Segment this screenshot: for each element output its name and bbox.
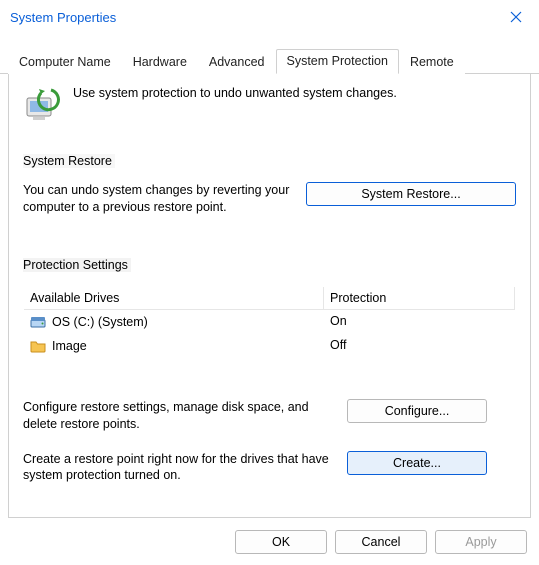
window-title: System Properties [10, 10, 116, 25]
drive-name: Image [52, 339, 87, 353]
drive-row[interactable]: OS (C:) (System) On [24, 310, 515, 334]
drive-row[interactable]: Image Off [24, 334, 515, 358]
tab-advanced[interactable]: Advanced [198, 50, 276, 74]
create-button[interactable]: Create... [347, 451, 487, 475]
system-restore-heading: System Restore [23, 154, 115, 168]
column-available-drives[interactable]: Available Drives [24, 287, 324, 309]
drives-header: Available Drives Protection [24, 287, 515, 310]
configure-description: Configure restore settings, manage disk … [23, 399, 333, 433]
dialog-footer: OK Cancel Apply [0, 522, 539, 554]
close-icon [510, 11, 522, 23]
tab-system-protection[interactable]: System Protection [276, 49, 399, 74]
ok-button[interactable]: OK [235, 530, 327, 554]
panel-header-text: Use system protection to undo unwanted s… [73, 84, 397, 100]
system-protection-panel: Use system protection to undo unwanted s… [8, 74, 531, 518]
folder-icon [30, 338, 46, 354]
system-restore-description: You can undo system changes by reverting… [23, 182, 292, 216]
tab-strip: Computer Name Hardware Advanced System P… [0, 34, 539, 74]
title-bar: System Properties [0, 0, 539, 34]
system-restore-button[interactable]: System Restore... [306, 182, 516, 206]
configure-button[interactable]: Configure... [347, 399, 487, 423]
drive-protection-status: On [324, 310, 515, 334]
column-protection[interactable]: Protection [324, 287, 515, 309]
close-button[interactable] [493, 0, 539, 34]
tab-computer-name[interactable]: Computer Name [8, 50, 122, 74]
drive-name: OS (C:) (System) [52, 315, 148, 329]
system-protection-icon [23, 84, 63, 124]
drive-protection-status: Off [324, 334, 515, 358]
tab-hardware[interactable]: Hardware [122, 50, 198, 74]
panel-header: Use system protection to undo unwanted s… [23, 84, 516, 124]
cancel-button[interactable]: Cancel [335, 530, 427, 554]
tab-remote[interactable]: Remote [399, 50, 465, 74]
create-restore-point-description: Create a restore point right now for the… [23, 451, 333, 485]
drives-list[interactable]: Available Drives Protection OS (C:) (Sys… [23, 286, 516, 381]
protection-settings-heading: Protection Settings [23, 258, 131, 272]
disk-icon [30, 314, 46, 330]
apply-button[interactable]: Apply [435, 530, 527, 554]
